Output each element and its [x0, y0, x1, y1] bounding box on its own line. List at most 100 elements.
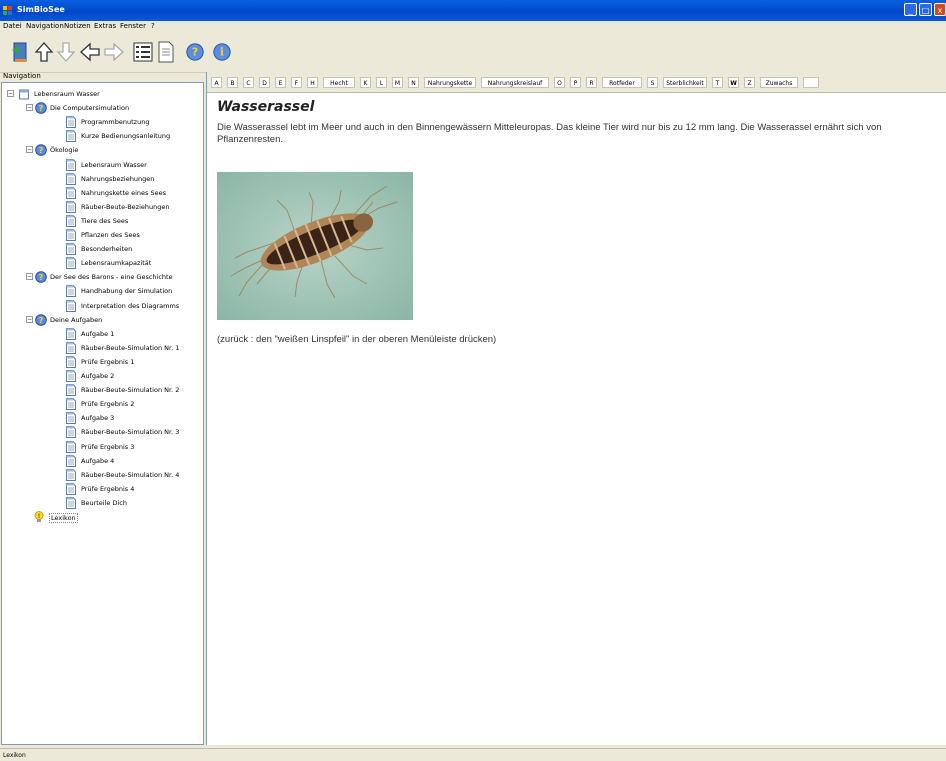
collapse-toggle-icon[interactable]: −: [26, 273, 33, 281]
alphabet-link[interactable]: R: [586, 77, 597, 88]
alphabet-link[interactable]: Rotfeder: [602, 77, 642, 88]
page-icon: [66, 172, 76, 185]
close-button[interactable]: x: [934, 3, 946, 16]
maximize-button[interactable]: □: [919, 3, 932, 16]
minimize-button[interactable]: _: [904, 3, 917, 16]
alphabet-link[interactable]: Zuwachs: [760, 77, 798, 88]
status-bar: Lexikon: [0, 748, 946, 761]
alphabet-link[interactable]: Z: [744, 77, 755, 88]
collapse-toggle-icon[interactable]: −: [7, 90, 14, 97]
menu-help[interactable]: ?: [151, 22, 155, 30]
tree-item[interactable]: Räuber-Beute-Simulation Nr. 2: [2, 383, 202, 397]
tree-item[interactable]: Aufgabe 4: [2, 454, 202, 468]
tree-item[interactable]: Besonderheiten: [2, 242, 202, 256]
collapse-toggle-icon[interactable]: −: [26, 146, 33, 154]
alphabet-link[interactable]: L: [376, 77, 387, 88]
tree-item-label: Der See des Barons - eine Geschichte: [50, 273, 173, 282]
tree-item[interactable]: Interpretation des Diagramms: [2, 299, 202, 313]
tree-item[interactable]: Kurze Bedienungsanleitung: [2, 129, 202, 143]
down-arrow-icon[interactable]: [56, 41, 76, 63]
page-icon: [66, 229, 76, 241]
tree-item[interactable]: ! Lexikon: [2, 510, 202, 524]
collapse-toggle-icon[interactable]: −: [26, 104, 33, 112]
collapse-toggle-icon[interactable]: −: [26, 315, 33, 323]
menu-datei[interactable]: Datei: [3, 22, 22, 30]
alphabet-link[interactable]: Sterblichkeit: [663, 77, 707, 88]
up-arrow-icon[interactable]: [34, 41, 54, 63]
tree-item[interactable]: Räuber-Beute-Simulation Nr. 1: [2, 341, 202, 355]
tree-item[interactable]: Programmbenutzung: [2, 115, 202, 129]
alphabet-link[interactable]: Hecht: [323, 77, 355, 88]
tree-item-label: Deine Aufgaben: [50, 315, 103, 324]
tree-item[interactable]: Prüfe Ergebnis 3: [2, 440, 202, 454]
tree-item-label: Prüfe Ergebnis 4: [81, 484, 135, 493]
page-icon: [66, 454, 76, 467]
tree-item[interactable]: Nahrungskette eines Sees: [2, 186, 202, 200]
tree-item-label: Prüfe Ergebnis 1: [81, 357, 135, 366]
page-icon[interactable]: [156, 41, 176, 63]
alphabet-link[interactable]: S: [647, 77, 658, 88]
tree-item[interactable]: Prüfe Ergebnis 4: [2, 482, 202, 496]
tree-item[interactable]: Beurteile Dich: [2, 496, 202, 510]
tree-item[interactable]: Lebensraumkapazität: [2, 256, 202, 270]
back-arrow-icon[interactable]: [80, 41, 100, 63]
alphabet-link[interactable]: W: [728, 77, 739, 88]
tree-item[interactable]: Aufgabe 1: [2, 327, 202, 341]
tree-item[interactable]: Räuber-Beute-Simulation Nr. 4: [2, 468, 202, 482]
tree-item-label: Prüfe Ergebnis 2: [81, 400, 135, 409]
tree-item[interactable]: Lebensraum Wasser: [2, 158, 202, 172]
alphabet-link[interactable]: Nahrungskette: [424, 77, 476, 88]
tree-item[interactable]: Pflanzen des Sees: [2, 228, 202, 242]
alphabet-link[interactable]: A: [211, 77, 222, 88]
alphabet-link[interactable]: K: [360, 77, 371, 88]
alphabet-link[interactable]: H: [307, 77, 318, 88]
tree-item[interactable]: −? Die Computersimulation: [2, 101, 202, 115]
menu-extras[interactable]: Extras: [94, 22, 116, 30]
forward-arrow-icon[interactable]: [104, 41, 124, 63]
info-icon[interactable]: i: [212, 41, 234, 63]
alphabet-link[interactable]: B: [227, 77, 238, 88]
tree-item-label: Die Computersimulation: [50, 104, 130, 113]
alphabet-bar: A B C D E F H Hecht K L M N Nahrungskette Nahrungskre…: [207, 72, 946, 93]
tree-item-label: Aufgabe 4: [81, 456, 115, 465]
alphabet-link[interactable]: O: [554, 77, 565, 88]
tree-item[interactable]: Handhabung der Simulation: [2, 284, 202, 298]
tree-view-icon[interactable]: [133, 41, 153, 63]
help-icon[interactable]: ?: [185, 41, 207, 63]
tree-item[interactable]: Nahrungsbeziehungen: [2, 172, 202, 186]
page-icon: [66, 398, 76, 411]
alphabet-link[interactable]: D: [259, 77, 270, 88]
tree-item[interactable]: Räuber-Beute-Simulation Nr. 3: [2, 425, 202, 439]
tree-item[interactable]: Aufgabe 3: [2, 411, 202, 425]
tree-item[interactable]: Aufgabe 2: [2, 369, 202, 383]
page-icon: [66, 243, 76, 256]
tree-item[interactable]: −? Der See des Barons - eine Geschichte: [2, 270, 202, 284]
alphabet-link[interactable]: M: [392, 77, 403, 88]
tree-item[interactable]: − Lebensraum Wasser: [2, 87, 202, 101]
alphabet-link[interactable]: T: [712, 77, 723, 88]
window-title: SimBioSee: [17, 5, 65, 14]
alphabet-link[interactable]: C: [243, 77, 254, 88]
tree-item[interactable]: Prüfe Ergebnis 2: [2, 397, 202, 411]
tree-item[interactable]: Räuber-Beute-Beziehungen: [2, 200, 202, 214]
alphabet-link[interactable]: [803, 77, 819, 88]
alphabet-link[interactable]: N: [408, 77, 419, 88]
menu-notizen[interactable]: Notizen: [64, 22, 91, 30]
tree-item[interactable]: Prüfe Ergebnis 1: [2, 355, 202, 369]
alphabet-link[interactable]: E: [275, 77, 286, 88]
isopod-illustration: [230, 185, 398, 299]
alphabet-link[interactable]: P: [570, 77, 581, 88]
tree-item[interactable]: −? Deine Aufgaben: [2, 313, 202, 327]
tree-item-label: Aufgabe 3: [81, 414, 115, 423]
alphabet-link[interactable]: Nahrungskreislauf: [481, 77, 549, 88]
tree-item[interactable]: Tiere des Sees: [2, 214, 202, 228]
menu-navigation[interactable]: Navigation: [26, 22, 64, 30]
tree-item-label: Kurze Bedienungsanleitung: [81, 132, 171, 141]
tree-item[interactable]: −? Ökologie: [2, 143, 202, 157]
exit-icon[interactable]: [10, 41, 30, 63]
toolbar: ? i: [0, 32, 946, 73]
alphabet-link[interactable]: F: [291, 77, 302, 88]
tree-item-label: Lebensraum Wasser: [34, 90, 100, 98]
svg-text:?: ?: [39, 316, 44, 325]
menu-fenster[interactable]: Fenster: [120, 22, 146, 30]
